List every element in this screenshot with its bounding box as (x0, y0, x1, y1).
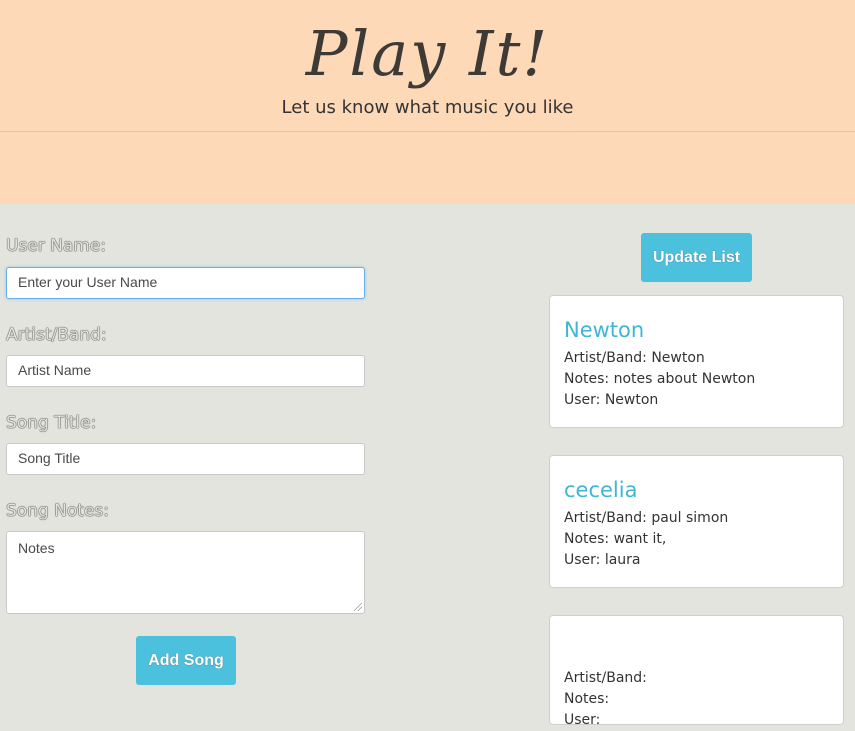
song-card-user: User: Newton (564, 392, 659, 408)
add-song-button[interactable]: Add Song (136, 636, 236, 685)
page-header: Play It! Let us know what music you like (0, 0, 855, 204)
song-card-title: cecelia (564, 478, 638, 502)
song-card-notes: Notes: want it, (564, 531, 667, 547)
song-card-notes: Notes: notes about Newton (564, 371, 756, 387)
header-divider (0, 131, 855, 132)
song-card-title: Newton (564, 318, 645, 342)
song-card-title (564, 634, 829, 666)
resize-handle-icon[interactable] (354, 603, 362, 611)
song-card-artist: Artist/Band: Newton (564, 350, 705, 366)
song-title-label: Song Title: (6, 413, 97, 433)
user-name-label: User Name: (6, 236, 107, 256)
artist-label: Artist/Band: (6, 325, 107, 345)
artist-input[interactable]: Artist Name (6, 355, 365, 387)
song-card-user: User: (564, 712, 601, 728)
song-title-input[interactable]: Song Title (6, 443, 365, 475)
song-notes-placeholder: Notes (18, 540, 55, 556)
app-subtitle: Let us know what music you like (281, 97, 574, 118)
song-notes-textarea[interactable]: Notes (6, 531, 365, 614)
song-card-notes: Notes: (564, 691, 610, 707)
song-card-user: User: laura (564, 552, 641, 568)
user-name-input[interactable]: Enter your User Name (6, 267, 365, 299)
update-list-button[interactable]: Update List (641, 233, 752, 282)
song-card: cecelia Artist/Band: paul simon Notes: w… (549, 455, 844, 588)
app-title: Play It! (305, 17, 550, 90)
song-notes-label: Song Notes: (6, 501, 109, 521)
song-card: Newton Artist/Band: Newton Notes: notes … (549, 295, 844, 428)
song-card-artist: Artist/Band: paul simon (564, 510, 729, 526)
song-card-artist: Artist/Band: (564, 670, 647, 686)
